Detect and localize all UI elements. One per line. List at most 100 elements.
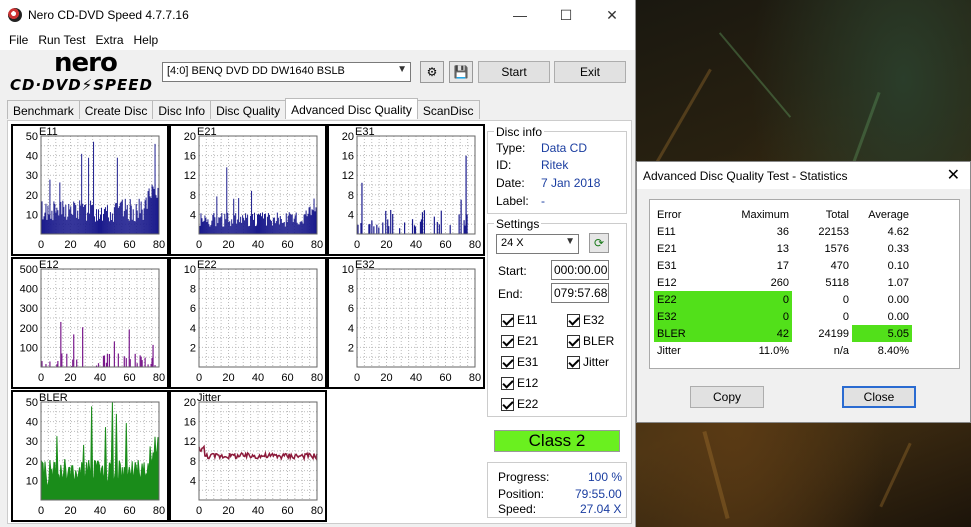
x-tick-label: 60: [123, 505, 135, 517]
x-tick-label: 0: [196, 372, 202, 384]
x-tick-label: 0: [354, 239, 360, 251]
x-tick-label: 60: [281, 505, 293, 517]
drive-properties-button[interactable]: ⚙: [420, 61, 444, 83]
statistics-title-bar: Advanced Disc Quality Test - Statistics …: [637, 162, 970, 189]
y-tick-label: 16: [184, 151, 196, 163]
stats-cell: 36: [776, 225, 789, 238]
graph-e31: 4 8 12 16 20 0 20 40 60 80 E31: [327, 124, 485, 256]
y-tick-label: 4: [190, 209, 196, 221]
quality-class-badge: Class 2: [494, 430, 620, 452]
stats-cell: 0.00: [887, 310, 909, 323]
minimize-button[interactable]: —: [497, 0, 543, 30]
y-tick-label: 2: [190, 342, 196, 354]
close-button[interactable]: ✕: [589, 0, 635, 30]
menu-help[interactable]: Help: [129, 33, 164, 47]
checkbox-bler[interactable]: BLER: [567, 334, 614, 348]
x-tick-label: 40: [94, 505, 106, 517]
nero-logo: nero CD·DVD⚡SPEED: [10, 48, 153, 94]
y-tick-label: 40: [26, 417, 38, 429]
tab-disc-quality[interactable]: Disc Quality: [210, 100, 287, 119]
y-tick-label: 40: [26, 151, 38, 163]
tab-benchmark[interactable]: Benchmark: [7, 100, 80, 119]
stats-cell: 0: [842, 310, 849, 323]
app-disc-icon: [8, 8, 22, 22]
checkbox-e11[interactable]: E11: [501, 313, 537, 327]
progress-value: 100 %: [588, 470, 623, 484]
x-tick-label: 60: [281, 372, 293, 384]
menu-bar: File Run Test Extra Help: [0, 30, 635, 50]
x-tick-label: 40: [410, 239, 422, 251]
refresh-speed-button[interactable]: ⟳: [589, 233, 609, 253]
checkbox-e31[interactable]: E31: [501, 355, 538, 369]
maximize-button[interactable]: ☐: [543, 0, 589, 30]
drive-select-value: [4:0] BENQ DVD DD DW1640 BSLB: [167, 65, 345, 77]
x-tick-label: 80: [311, 372, 323, 384]
checkbox-e32[interactable]: E32: [567, 313, 604, 327]
stats-cell: 22153: [818, 225, 849, 238]
x-tick-label: 0: [354, 372, 360, 384]
graph-e32: 2 4 6 8 10 0 20 40 60 80 E32: [327, 257, 485, 389]
disc-date-label: Date:: [496, 176, 525, 190]
x-tick-label: 80: [311, 239, 323, 251]
x-tick-label: 40: [252, 505, 264, 517]
start-button[interactable]: Start: [478, 61, 550, 83]
x-tick-label: 20: [222, 505, 234, 517]
graph-title: BLER: [39, 392, 68, 404]
speed-select[interactable]: 24 X ▼: [496, 234, 579, 254]
close-dialog-button[interactable]: Close: [842, 386, 916, 408]
title-bar: Nero CD-DVD Speed 4.7.7.16 — ☐ ✕: [0, 0, 635, 30]
y-tick-label: 20: [26, 456, 38, 468]
tab-disc-info[interactable]: Disc Info: [152, 100, 212, 119]
y-tick-label: 500: [20, 264, 38, 276]
checkbox-e21[interactable]: E21: [501, 334, 538, 348]
menu-extra[interactable]: Extra: [90, 33, 128, 47]
y-tick-label: 200: [20, 323, 38, 335]
y-tick-label: 8: [190, 190, 196, 202]
y-tick-label: 8: [190, 284, 196, 296]
y-tick-label: 10: [342, 264, 354, 276]
dialog-close-icon[interactable]: ✕: [947, 165, 960, 185]
toolbar: nero CD·DVD⚡SPEED [4:0] BENQ DVD DD DW16…: [0, 48, 635, 98]
stats-cell: 0: [842, 293, 849, 306]
graph-e22: 2 4 6 8 10 0 20 40 60 80 E22: [169, 257, 327, 389]
checkbox-e12[interactable]: E12: [501, 376, 538, 390]
disc-id-label: ID:: [496, 158, 512, 172]
window-title: Nero CD-DVD Speed 4.7.7.16: [28, 8, 189, 22]
col-maximum: Maximum: [741, 208, 789, 221]
stats-cell: 24199: [818, 327, 849, 340]
position-value: 79:55.00: [575, 487, 622, 501]
start-input[interactable]: 000:00.00: [551, 260, 609, 280]
menu-run-test[interactable]: Run Test: [33, 33, 90, 47]
tab-create-disc[interactable]: Create Disc: [78, 100, 154, 119]
y-tick-label: 6: [190, 303, 196, 315]
main-window: Nero CD-DVD Speed 4.7.7.16 — ☐ ✕ File Ru…: [0, 0, 636, 527]
tab-advanced-disc-quality[interactable]: Advanced Disc Quality: [285, 98, 418, 119]
stats-cell: 0.10: [887, 259, 909, 272]
start-label: Start:: [498, 264, 527, 278]
tab-scandisc[interactable]: ScanDisc: [416, 100, 480, 119]
speed-select-value: 24 X: [501, 237, 524, 249]
disc-type-label: Type:: [496, 141, 526, 155]
checkbox-e22[interactable]: E22: [501, 397, 538, 411]
x-tick-label: 20: [380, 239, 392, 251]
disc-label-value: -: [541, 194, 545, 208]
save-button[interactable]: 💾: [449, 61, 473, 83]
stats-cell: E11: [657, 225, 676, 238]
y-tick-label: 16: [184, 417, 196, 429]
end-input[interactable]: 079:57.68: [551, 283, 609, 303]
statistics-dialog: Advanced Disc Quality Test - Statistics …: [636, 161, 971, 423]
graph-plot: 2 4 6 8 10 0 20 40 60 80: [184, 264, 323, 384]
x-tick-label: 20: [64, 505, 76, 517]
y-tick-label: 300: [20, 303, 38, 315]
x-tick-label: 40: [94, 239, 106, 251]
exit-button[interactable]: Exit: [554, 61, 626, 83]
checkbox-jitter[interactable]: Jitter: [567, 355, 609, 369]
menu-file[interactable]: File: [4, 33, 33, 47]
graph-title: E31: [355, 126, 375, 138]
x-tick-label: 40: [94, 372, 106, 384]
drive-select[interactable]: [4:0] BENQ DVD DD DW1640 BSLB ▼: [162, 62, 411, 82]
graph-plot: 4 8 12 16 20 0 20 40 60 80: [342, 131, 481, 251]
y-tick-label: 2: [348, 342, 354, 354]
copy-button[interactable]: Copy: [690, 386, 764, 408]
stats-cell: E32: [654, 308, 724, 325]
